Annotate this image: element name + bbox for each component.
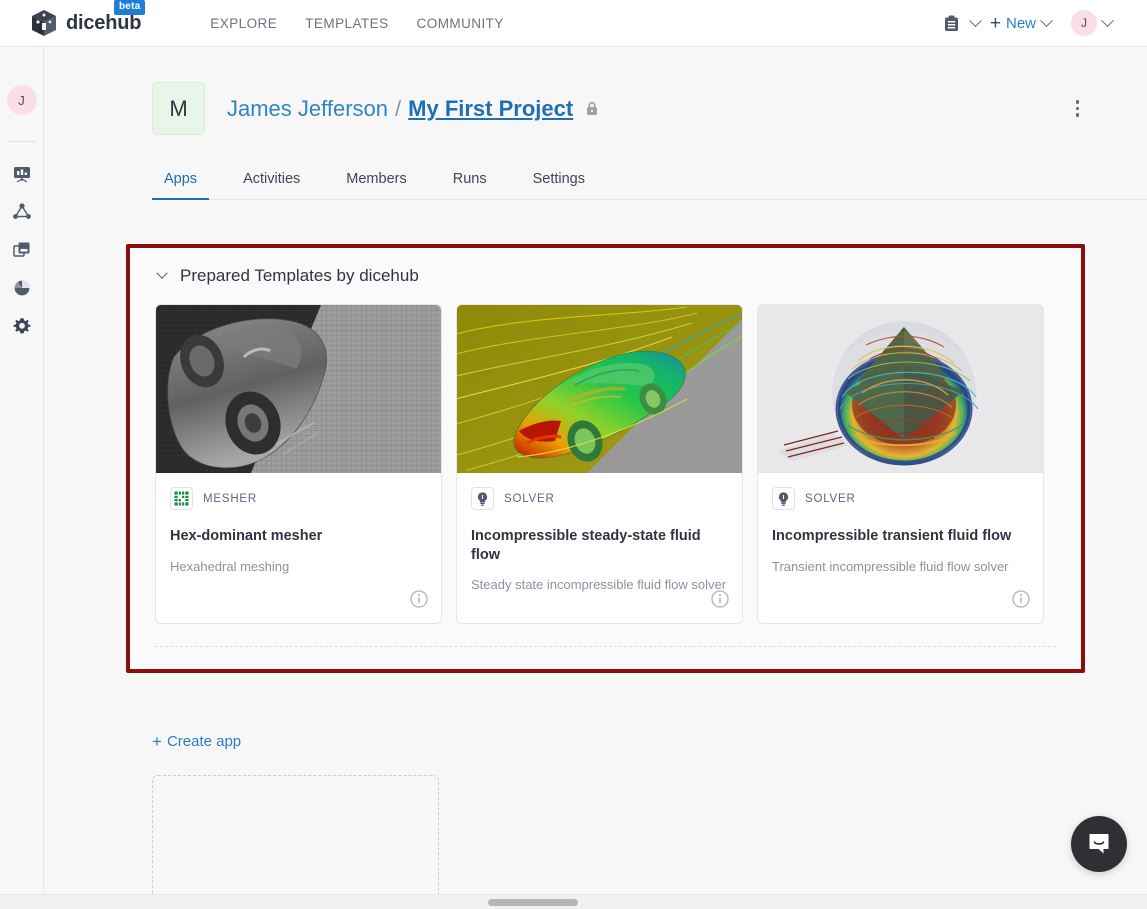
template-card[interactable]: SOLVER Incompressible steady-state fluid… [456, 304, 743, 624]
chat-launcher-button[interactable] [1071, 816, 1127, 872]
clipboard-icon[interactable] [938, 11, 965, 36]
project-options-button[interactable] [1070, 94, 1086, 123]
template-card[interactable]: SOLVER Incompressible transient fluid fl… [757, 304, 1044, 624]
lightbulb-icon [772, 487, 795, 510]
tab-runs[interactable]: Runs [441, 163, 499, 199]
avatar[interactable]: J [1071, 10, 1097, 36]
gear-icon [13, 318, 30, 334]
plus-icon: + [152, 732, 162, 751]
plus-icon: + [989, 12, 1001, 34]
card-badge-label: SOLVER [805, 492, 856, 505]
breadcrumb-separator: / [395, 95, 402, 121]
new-button-label: New [1005, 14, 1036, 32]
new-menu[interactable]: + New [990, 14, 1061, 33]
network-icon [12, 203, 31, 219]
card-body: SOLVER Incompressible transient fluid fl… [758, 473, 1043, 623]
sidebar-items [12, 164, 32, 336]
tab-apps[interactable]: Apps [152, 163, 210, 200]
sidebar-item-dashboard[interactable] [12, 164, 32, 184]
card-body: SOLVER Incompressible steady-state fluid… [457, 473, 742, 623]
sidebar-item-settings[interactable] [12, 316, 32, 336]
kebab-dot [1075, 106, 1079, 111]
sidebar-item-analytics[interactable] [12, 278, 32, 298]
card-description: Transient incompressible fluid flow solv… [772, 558, 1009, 574]
brand-logo[interactable]: dicehub beta [31, 0, 146, 37]
card-badge-label: SOLVER [504, 492, 555, 505]
card-body: MESHER Hex-dominant mesher Hexahedral me… [156, 473, 441, 623]
top-header: dicehub beta EXPLORE TEMPLATES COMMUNITY… [0, 0, 1147, 47]
sidebar-item-network[interactable] [12, 202, 32, 222]
project-avatar: M [152, 82, 205, 135]
chevron-down-icon[interactable] [1101, 13, 1114, 27]
primary-nav: EXPLORE TEMPLATES COMMUNITY [196, 10, 518, 37]
sidebar-item-workspaces[interactable] [12, 240, 32, 260]
info-icon[interactable] [1012, 590, 1030, 613]
nav-item-explore[interactable]: EXPLORE [196, 10, 291, 37]
breadcrumb: James Jefferson / My First Project [227, 96, 599, 122]
chevron-down-icon[interactable] [156, 267, 168, 279]
card-badge: SOLVER [772, 487, 1029, 510]
dashboard-icon [13, 167, 30, 183]
prepared-templates-panel: Prepared Templates by dicehub MESHER Hex… [126, 244, 1085, 673]
breadcrumb-owner[interactable]: James Jefferson [227, 96, 388, 122]
lock-icon [585, 101, 599, 116]
pie-chart-icon [14, 280, 29, 296]
scrollbar-thumb[interactable] [488, 899, 578, 906]
templates-divider [155, 646, 1056, 647]
topbar-actions: + New J [938, 10, 1122, 36]
kebab-dot [1075, 113, 1079, 117]
mesh-grid-icon [170, 487, 193, 510]
info-icon[interactable] [711, 590, 729, 613]
card-title: Incompressible steady-state fluid flow [471, 528, 701, 563]
card-title: Hex-dominant mesher [170, 528, 323, 544]
new-button[interactable]: + New [990, 14, 1036, 33]
chevron-down-icon[interactable] [969, 13, 982, 27]
chevron-down-icon[interactable] [1040, 13, 1053, 27]
create-app-label: Create app [166, 733, 242, 750]
horizontal-scrollbar[interactable] [0, 894, 1147, 909]
windows-icon [12, 242, 29, 257]
beta-badge: beta [114, 0, 146, 15]
main-content: M James Jefferson / My First Project App… [44, 47, 1147, 909]
kebab-dot [1075, 100, 1079, 104]
tab-activities[interactable]: Activities [231, 163, 312, 199]
project-tabs: Apps Activities Members Runs Settings [152, 163, 1147, 200]
card-thumbnail-transient-solver [758, 305, 1043, 473]
card-badge: SOLVER [471, 487, 728, 510]
create-app-button[interactable]: + Create app [152, 733, 1147, 750]
card-thumbnail-steady-solver [457, 305, 742, 473]
card-badge-label: MESHER [203, 492, 258, 505]
card-badge: MESHER [170, 487, 427, 510]
info-icon[interactable] [410, 590, 428, 613]
nav-item-community[interactable]: COMMUNITY [403, 10, 518, 37]
nav-item-templates[interactable]: TEMPLATES [291, 10, 402, 37]
left-sidebar: J [0, 47, 44, 909]
prepared-templates-toggle[interactable]: Prepared Templates by dicehub [130, 262, 1081, 286]
card-description: Hexahedral meshing [170, 558, 290, 574]
user-menu[interactable]: J [1061, 10, 1122, 36]
breadcrumb-project[interactable]: My First Project [408, 96, 573, 122]
docs-menu[interactable] [938, 11, 990, 36]
create-app-placeholder-card[interactable]: + [152, 775, 439, 909]
card-thumbnail-mesher [156, 305, 441, 473]
tab-settings[interactable]: Settings [521, 163, 597, 199]
card-title: Incompressible transient fluid flow [772, 528, 1012, 544]
prepared-templates-title: Prepared Templates by dicehub [180, 266, 419, 285]
template-card[interactable]: MESHER Hex-dominant mesher Hexahedral me… [155, 304, 442, 624]
sidebar-divider [7, 141, 36, 142]
cube-logo-icon [31, 9, 57, 37]
card-description: Steady state incompressible fluid flow s… [471, 577, 727, 593]
chat-bubble-icon [1089, 834, 1109, 854]
tab-members[interactable]: Members [334, 163, 418, 199]
lightbulb-icon [471, 487, 494, 510]
sidebar-avatar[interactable]: J [6, 85, 37, 115]
project-header: M James Jefferson / My First Project [44, 47, 1147, 135]
template-card-list: MESHER Hex-dominant mesher Hexahedral me… [130, 286, 1081, 624]
